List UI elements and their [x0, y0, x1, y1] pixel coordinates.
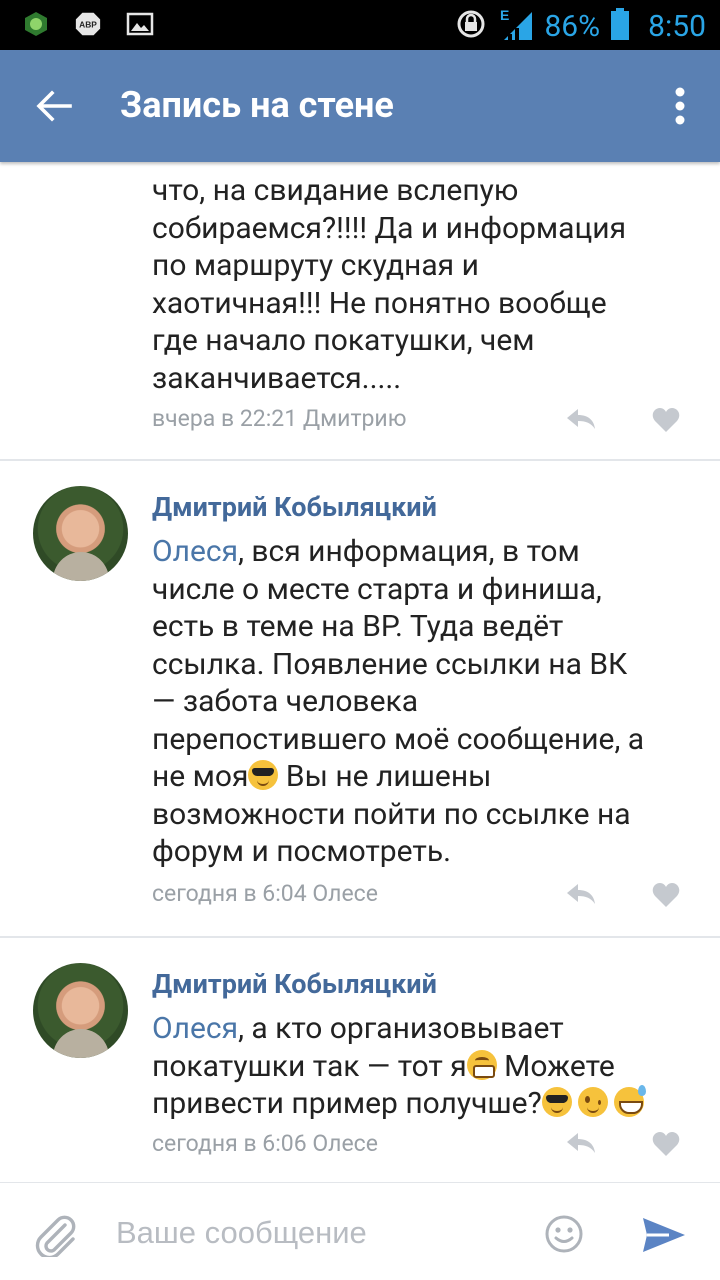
emoji-button[interactable] [543, 1213, 585, 1255]
grin-emoji-icon [466, 1049, 497, 1080]
reply-button[interactable] [563, 879, 599, 909]
avatar-shirt [53, 1029, 109, 1058]
attach-button[interactable] [34, 1213, 78, 1257]
more-options-button[interactable] [660, 78, 700, 134]
text-span: не моя [152, 759, 249, 794]
app-bar: Запись на стене [0, 50, 720, 162]
text-span: Вы не лишены [278, 759, 492, 794]
like-button[interactable] [650, 405, 682, 435]
comment-text-cut: ──── ──── ───── ─ [152, 162, 692, 168]
arrow-left-icon [36, 90, 72, 122]
network-type: E [500, 7, 509, 23]
comment-author[interactable]: Дмитрий Кобыляцкий [152, 491, 437, 523]
like-button[interactable] [650, 880, 682, 910]
text-span: , а кто организовывает [238, 1011, 564, 1046]
text-line: хаотичная!!! Не понятно вообще [152, 285, 607, 321]
status-left-icons: ABP [22, 10, 154, 38]
text-span: покатушки так — тот я [152, 1048, 467, 1084]
more-vertical-icon [675, 87, 685, 125]
comment-item: Дмитрий Кобыляцкий Олеся, вся информация… [0, 461, 720, 936]
text-span: , вся информация, в том [238, 534, 580, 569]
sweat-smile-emoji-icon [613, 1085, 646, 1117]
send-icon [643, 1218, 685, 1252]
avatar[interactable] [33, 963, 128, 1058]
comment-meta: сегодня в 6:04 Олесе [152, 880, 378, 907]
comment-text: что, на свидание вслепую собираемся?!!!!… [152, 172, 692, 397]
clock: 8:50 [648, 8, 706, 44]
cut-line: ──── ──── ───── ─ [152, 162, 692, 168]
text-span: привести пример получше? [152, 1086, 542, 1121]
text-line: — забота человека [152, 684, 419, 719]
smiley-icon [545, 1215, 583, 1253]
text-line: Олеся, а кто организовывает [152, 1010, 692, 1048]
text-line: Олеся, вся информация, в том [152, 533, 692, 571]
wink-emoji-icon [577, 1087, 608, 1117]
sunglasses-emoji-icon [541, 1087, 572, 1117]
text-line: перепостившего моё сообщение, а [152, 721, 645, 757]
comment-item: Дмитрий Кобыляцкий Олеся, а кто организо… [0, 938, 720, 1182]
comment-meta: вчера в 22:21 Дмитрию [152, 405, 407, 432]
text-line: форум и посмотреть. [152, 834, 452, 869]
text-line: заканчивается..... [152, 360, 402, 396]
comment-author[interactable]: Дмитрий Кобыляцкий [152, 968, 437, 1000]
picture-icon [126, 10, 154, 38]
reply-button[interactable] [563, 1128, 599, 1158]
signal-icon: E [498, 6, 534, 46]
message-input[interactable] [116, 1209, 526, 1257]
text-line: по маршруту скудная и [152, 248, 479, 283]
mention-link[interactable]: Олеся [152, 534, 238, 569]
text-line: где начало покатушки, чем [152, 323, 535, 358]
battery-percent: 86% [544, 8, 601, 44]
text-line: собираемся?!!!! Да и информация [152, 210, 627, 246]
avatar[interactable] [33, 486, 128, 581]
heart-icon [652, 883, 680, 907]
avatar-shirt [53, 552, 109, 581]
game-app-icon [22, 10, 50, 38]
send-button[interactable] [640, 1215, 688, 1255]
paperclip-icon [35, 1215, 76, 1257]
reply-icon [567, 409, 595, 429]
comment-text: Олеся, а кто организовывает покатушки та… [152, 1010, 692, 1123]
comment-item: ──── ──── ───── ─ что, на свидание вслеп… [0, 162, 720, 460]
status-right-icons: E 86% 8:50 [454, 6, 706, 46]
text-line: покатушки так — тот я Можете [152, 1048, 692, 1086]
reply-icon [567, 1133, 595, 1153]
heart-icon [652, 408, 680, 432]
message-composer [0, 1182, 720, 1280]
comments-list: ──── ──── ───── ─ что, на свидание вслеп… [0, 162, 720, 1182]
battery-icon [610, 7, 630, 45]
text-line: возможности пойти по ссылке на [152, 796, 631, 832]
svg-text:ABP: ABP [79, 20, 97, 30]
text-line: привести пример получше? [152, 1085, 692, 1123]
comment-text: Олеся, вся информация, в том числе о мес… [152, 533, 692, 871]
text-line: есть в теме на ВР. Туда ведёт [152, 609, 564, 644]
status-bar: ABP E 86% 8:50 [0, 0, 720, 50]
mention-link[interactable]: Олеся [152, 1011, 238, 1046]
heart-icon [652, 1132, 680, 1156]
like-button[interactable] [650, 1129, 682, 1159]
back-button[interactable] [22, 74, 86, 138]
text-line: числе о месте старта и финиша, [152, 571, 602, 607]
text-line: что, на свидание вслепую [152, 173, 519, 208]
sync-icon [454, 7, 488, 45]
text-line: ссылка. Появление ссылки на ВК [152, 646, 628, 682]
adblock-icon: ABP [74, 10, 102, 38]
comment-meta: сегодня в 6:06 Олесе [152, 1130, 378, 1157]
text-line: не моя Вы не лишены [152, 758, 692, 796]
reply-icon [567, 884, 595, 904]
text-span: Можете [496, 1048, 615, 1084]
page-title: Запись на стене [120, 84, 394, 126]
sunglasses-emoji-icon [248, 760, 279, 790]
reply-button[interactable] [563, 404, 599, 434]
